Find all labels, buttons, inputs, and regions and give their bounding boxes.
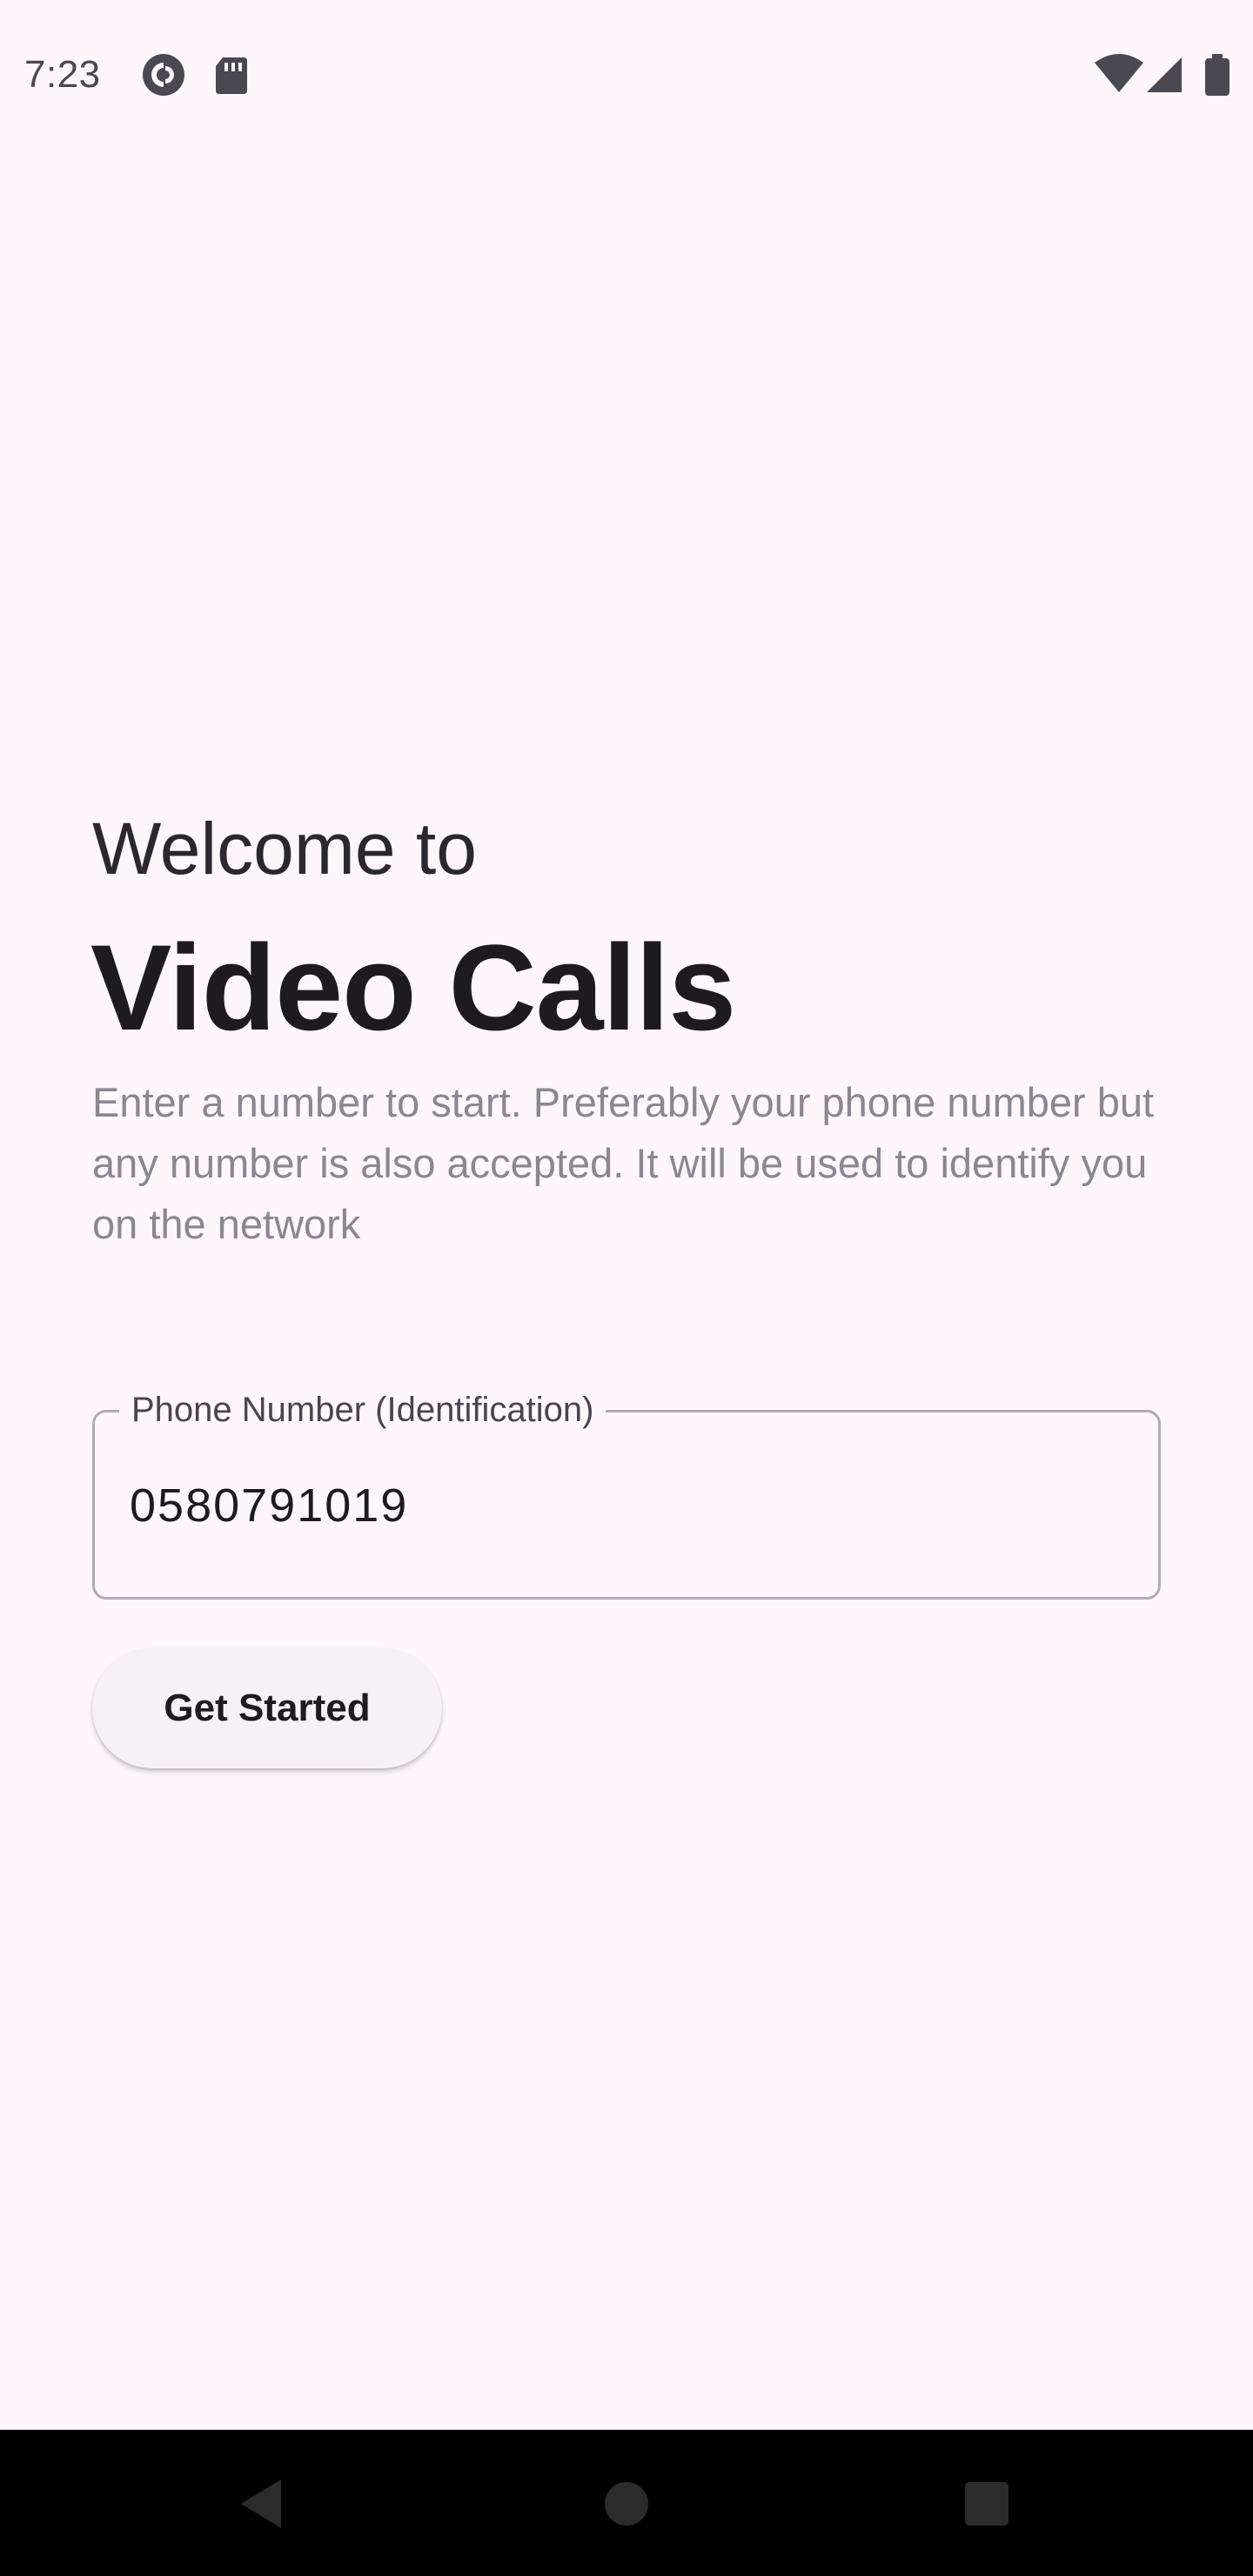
sd-card-icon: [209, 52, 254, 97]
cellular-signal-icon: [1143, 52, 1185, 97]
phone-number-field[interactable]: Phone Number (Identification) 0580791019: [92, 1385, 1161, 1600]
wifi-icon: [1093, 52, 1145, 97]
welcome-greeting: Welcome to: [92, 808, 477, 889]
screen: 7:23 Welcome to Video Calls Enter a numb…: [0, 0, 1253, 2576]
pocket-casts-icon: [141, 52, 186, 97]
status-bar: 7:23: [0, 0, 1253, 148]
recents-icon[interactable]: [948, 2465, 1026, 2543]
battery-icon: [1203, 52, 1232, 97]
status-time: 7:23: [24, 53, 101, 96]
navigation-bar: [0, 2430, 1253, 2576]
phone-number-input[interactable]: 0580791019: [130, 1473, 408, 1538]
home-icon[interactable]: [587, 2465, 666, 2543]
phone-number-label: Phone Number (Identification): [119, 1385, 606, 1435]
welcome-description: Enter a number to start. Preferably your…: [92, 1079, 1155, 1247]
get-started-button[interactable]: Get Started: [92, 1648, 442, 1768]
page-title: Video Calls: [90, 919, 736, 1056]
back-icon[interactable]: [223, 2465, 301, 2543]
